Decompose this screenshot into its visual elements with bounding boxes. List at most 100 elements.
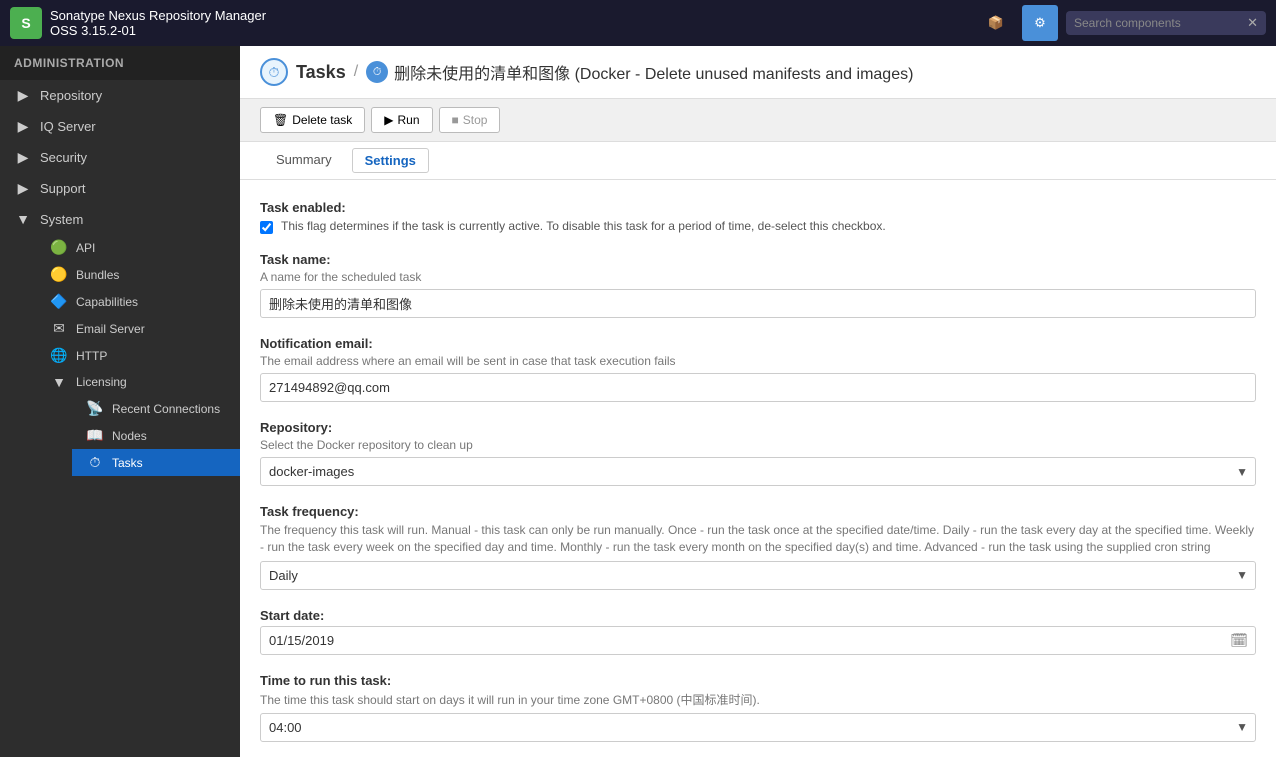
task-enabled-hint: This flag determines if the task is curr… bbox=[281, 219, 886, 233]
sidebar-item-licensing[interactable]: ▼ Licensing bbox=[36, 369, 240, 395]
sidebar-item-repository[interactable]: ▶ Repository bbox=[0, 80, 240, 111]
tasks-clock-icon: ⏱ bbox=[260, 58, 288, 86]
nodes-icon: 📖 bbox=[86, 427, 104, 444]
task-enabled-checkbox[interactable] bbox=[260, 221, 273, 234]
search-input[interactable] bbox=[1074, 16, 1241, 30]
sidebar-item-iq-server[interactable]: ▶ IQ Server bbox=[0, 111, 240, 142]
task-enabled-checkbox-row: This flag determines if the task is curr… bbox=[260, 219, 1256, 234]
system-icon: ▼ bbox=[14, 211, 32, 227]
notification-email-input[interactable] bbox=[260, 373, 1256, 402]
repository-hint: Select the Docker repository to clean up bbox=[260, 438, 1256, 452]
task-full-title: ⏱ 删除未使用的清单和图像 (Docker - Delete unused ma… bbox=[366, 60, 913, 84]
stop-label: Stop bbox=[463, 113, 488, 127]
task-name-input[interactable] bbox=[260, 289, 1256, 318]
task-title-text: 删除未使用的清单和图像 (Docker - Delete unused mani… bbox=[394, 60, 913, 84]
toolbar: 🗑 Delete task ▶ Run ■ Stop bbox=[240, 99, 1276, 142]
time-select[interactable]: 04:00 bbox=[260, 713, 1256, 742]
gear-icon[interactable]: ⚙ bbox=[1022, 5, 1058, 41]
breadcrumb-separator: / bbox=[354, 63, 358, 81]
run-button[interactable]: ▶ Run bbox=[371, 107, 432, 133]
bundles-icon: 🟡 bbox=[50, 266, 68, 283]
task-frequency-select-wrapper: Daily ▼ bbox=[260, 561, 1256, 590]
sidebar-item-label: Recent Connections bbox=[112, 402, 220, 416]
http-icon: 🌐 bbox=[50, 347, 68, 364]
start-date-wrapper: 🗓 bbox=[260, 626, 1256, 655]
task-frequency-label: Task frequency: bbox=[260, 504, 1256, 519]
task-frequency-section: Task frequency: The frequency this task … bbox=[260, 504, 1256, 590]
sidebar-item-label: IQ Server bbox=[40, 119, 96, 134]
repository-icon: ▶ bbox=[14, 87, 32, 104]
breadcrumb-tasks[interactable]: Tasks bbox=[296, 62, 346, 83]
delete-task-button[interactable]: 🗑 Delete task bbox=[260, 107, 365, 133]
sidebar-item-label: Nodes bbox=[112, 429, 147, 443]
task-name-section: Task name: A name for the scheduled task bbox=[260, 252, 1256, 318]
sidebar-item-email-server[interactable]: ✉ Email Server bbox=[36, 315, 240, 342]
run-label: Run bbox=[398, 113, 420, 127]
repository-section: Repository: Select the Docker repository… bbox=[260, 420, 1256, 486]
task-frequency-select[interactable]: Daily bbox=[260, 561, 1256, 590]
app-info: Sonatype Nexus Repository Manager OSS 3.… bbox=[50, 8, 266, 38]
app-logo: S bbox=[10, 7, 42, 39]
recent-connections-icon: 📡 bbox=[86, 400, 104, 417]
topbar: S Sonatype Nexus Repository Manager OSS … bbox=[0, 0, 1276, 46]
page-header: ⏱ Tasks / ⏱ 删除未使用的清单和图像 (Docker - Delete… bbox=[240, 46, 1276, 99]
start-date-input[interactable] bbox=[260, 626, 1256, 655]
delete-task-label: Delete task bbox=[292, 113, 352, 127]
box-icon[interactable]: 📦 bbox=[978, 5, 1014, 41]
tab-settings[interactable]: Settings bbox=[352, 148, 429, 173]
repository-select[interactable]: docker-images bbox=[260, 457, 1256, 486]
iq-server-icon: ▶ bbox=[14, 118, 32, 135]
sidebar-item-nodes[interactable]: 📖 Nodes bbox=[72, 422, 240, 449]
notification-email-section: Notification email: The email address wh… bbox=[260, 336, 1256, 402]
tabs-bar: Summary Settings bbox=[240, 142, 1276, 180]
email-server-icon: ✉ bbox=[50, 320, 68, 337]
delete-icon: 🗑 bbox=[273, 113, 288, 127]
sidebar-item-capabilities[interactable]: 🔷 Capabilities bbox=[36, 288, 240, 315]
tab-summary[interactable]: Summary bbox=[260, 142, 348, 179]
sidebar-item-bundles[interactable]: 🟡 Bundles bbox=[36, 261, 240, 288]
support-icon: ▶ bbox=[14, 180, 32, 197]
sidebar-item-label: Licensing bbox=[76, 375, 127, 389]
sidebar-item-label: Email Server bbox=[76, 322, 145, 336]
sidebar-item-label: Repository bbox=[40, 88, 102, 103]
sidebar-item-label: API bbox=[76, 241, 95, 255]
capabilities-icon: 🔷 bbox=[50, 293, 68, 310]
task-enabled-section: Task enabled: This flag determines if th… bbox=[260, 200, 1256, 234]
task-frequency-hint: The frequency this task will run. Manual… bbox=[260, 522, 1256, 556]
form-area: Task enabled: This flag determines if th… bbox=[240, 180, 1276, 757]
notification-email-label: Notification email: bbox=[260, 336, 1256, 351]
security-icon: ▶ bbox=[14, 149, 32, 166]
sidebar-item-label: Capabilities bbox=[76, 295, 138, 309]
api-icon: 🟢 bbox=[50, 239, 68, 256]
sidebar-item-system[interactable]: ▼ System bbox=[0, 204, 240, 234]
sidebar-item-tasks[interactable]: ⏱ Tasks bbox=[72, 449, 240, 476]
repository-label: Repository: bbox=[260, 420, 1256, 435]
sidebar: Administration ▶ Repository ▶ IQ Server … bbox=[0, 46, 240, 757]
sidebar-item-api[interactable]: 🟢 API bbox=[36, 234, 240, 261]
run-icon: ▶ bbox=[384, 113, 393, 127]
app-title: Sonatype Nexus Repository Manager bbox=[50, 8, 266, 23]
system-submenu: 🟢 API 🟡 Bundles 🔷 Capabilities ✉ Email S… bbox=[0, 234, 240, 476]
search-bar: ✕ bbox=[1066, 11, 1266, 35]
sidebar-header: Administration bbox=[0, 46, 240, 80]
sidebar-item-label: Tasks bbox=[112, 456, 143, 470]
sidebar-item-security[interactable]: ▶ Security bbox=[0, 142, 240, 173]
task-enabled-label: Task enabled: bbox=[260, 200, 1256, 215]
stop-button[interactable]: ■ Stop bbox=[439, 107, 501, 133]
sidebar-item-label: Bundles bbox=[76, 268, 119, 282]
sidebar-item-label: Security bbox=[40, 150, 87, 165]
tasks-icon: ⏱ bbox=[86, 454, 104, 471]
time-section: Time to run this task: The time this tas… bbox=[260, 673, 1256, 742]
stop-icon: ■ bbox=[452, 113, 459, 127]
start-date-label: Start date: bbox=[260, 608, 1256, 623]
repository-select-wrapper: docker-images ▼ bbox=[260, 457, 1256, 486]
licensing-submenu: 📡 Recent Connections 📖 Nodes ⏱ Tasks bbox=[36, 395, 240, 476]
time-hint: The time this task should start on days … bbox=[260, 691, 1256, 708]
sidebar-item-recent-connections[interactable]: 📡 Recent Connections bbox=[72, 395, 240, 422]
content-area: ⏱ Tasks / ⏱ 删除未使用的清单和图像 (Docker - Delete… bbox=[240, 46, 1276, 757]
sidebar-item-http[interactable]: 🌐 HTTP bbox=[36, 342, 240, 369]
sidebar-item-support[interactable]: ▶ Support bbox=[0, 173, 240, 204]
time-select-wrapper: 04:00 ▼ bbox=[260, 713, 1256, 742]
sidebar-item-label: HTTP bbox=[76, 349, 107, 363]
search-clear-icon[interactable]: ✕ bbox=[1247, 15, 1258, 31]
